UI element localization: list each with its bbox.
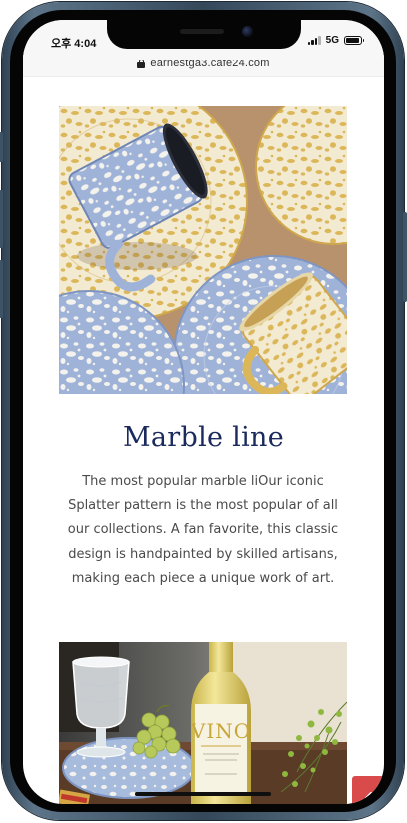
speaker (180, 29, 224, 34)
power-button (403, 212, 407, 302)
vino-bottle-image[interactable]: VINO (59, 642, 347, 804)
front-camera (242, 26, 253, 37)
notch (107, 20, 301, 49)
network-type: 5G (325, 35, 339, 46)
bottle-label-text: VINO (190, 719, 251, 743)
section-description: The most popular marble liOur iconic Spl… (67, 474, 339, 586)
marble-line-image[interactable] (59, 106, 347, 394)
battery-icon (344, 36, 364, 45)
status-time: 오후 4:04 (51, 38, 97, 50)
home-indicator[interactable] (135, 792, 271, 796)
scroll-top-button[interactable] (352, 776, 384, 804)
signal-icon (307, 36, 321, 45)
phone-screen: 오후 4:04 5G earnestga3.cafe24.com Marble … (23, 20, 384, 804)
marble-mugs-illustration (59, 106, 347, 394)
volume-down-button (0, 260, 3, 318)
section-title: Marble line (122, 422, 285, 453)
battery-level (346, 38, 359, 43)
action-button (0, 132, 3, 162)
vino-table-illustration: VINO (59, 642, 347, 804)
volume-up-button (0, 190, 3, 248)
page-content: Marble line The most popular marble liOu… (23, 76, 384, 804)
chevron-up-icon (364, 791, 377, 799)
status-indicators: 5G (307, 35, 364, 46)
